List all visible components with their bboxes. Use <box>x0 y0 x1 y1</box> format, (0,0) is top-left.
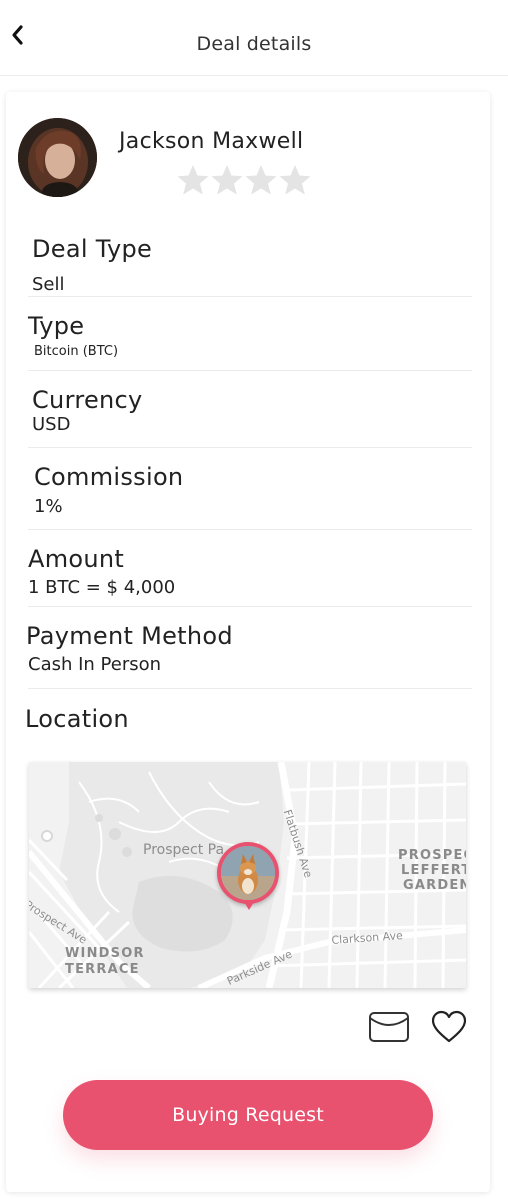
deal-details-screen: Deal details Jackson Maxwell Deal Type S… <box>0 0 508 1202</box>
rating-stars <box>176 163 312 197</box>
amount-value: 1 BTC = $ 4,000 <box>28 577 176 598</box>
divider <box>28 529 472 530</box>
type-value: Bitcoin (BTC) <box>34 344 119 359</box>
divider <box>28 296 472 297</box>
location-map[interactable]: Prospect Pa Prospect Ave WINDSOR TERRACE… <box>29 762 466 988</box>
commission-value: 1% <box>34 496 63 517</box>
page-title: Deal details <box>196 33 312 55</box>
divider <box>28 606 472 607</box>
currency-value: USD <box>32 414 71 435</box>
deal-type-label: Deal Type <box>32 235 153 263</box>
payment-method-label: Payment Method <box>26 622 233 650</box>
top-nav-bar: Deal details <box>0 0 508 76</box>
map-label-lefferts-3: GARDEN <box>403 878 466 893</box>
star-icon <box>177 165 209 195</box>
location-label: Location <box>25 705 129 733</box>
star-icon <box>245 165 277 195</box>
location-pin[interactable] <box>217 842 279 904</box>
star-icon <box>211 165 243 195</box>
star-icon <box>279 165 311 195</box>
map-label-terrace: TERRACE <box>65 962 140 977</box>
pin-pointer <box>244 902 254 910</box>
map-label-windsor: WINDSOR <box>65 946 145 961</box>
avatar-portrait-image <box>18 118 97 197</box>
map-label-lefferts-1: PROSPEC <box>398 848 466 863</box>
buying-request-button[interactable]: Buying Request <box>63 1080 433 1150</box>
envelope-icon[interactable] <box>368 1010 410 1044</box>
divider <box>28 370 472 371</box>
map-label-lefferts-2: LEFFERT <box>401 863 466 878</box>
dog-photo-image <box>221 846 275 900</box>
type-label: Type <box>28 312 85 340</box>
map-label-prospect-park: Prospect Pa <box>143 842 225 858</box>
divider <box>28 447 472 448</box>
deal-type-value: Sell <box>32 274 65 295</box>
currency-label: Currency <box>32 386 143 414</box>
avatar[interactable] <box>18 118 97 197</box>
commission-label: Commission <box>34 463 184 491</box>
amount-label: Amount <box>28 545 125 573</box>
payment-method-value: Cash In Person <box>28 654 162 675</box>
pin-photo <box>221 846 275 900</box>
divider <box>28 688 472 689</box>
heart-icon[interactable] <box>431 1010 467 1044</box>
user-name: Jackson Maxwell <box>119 129 304 154</box>
